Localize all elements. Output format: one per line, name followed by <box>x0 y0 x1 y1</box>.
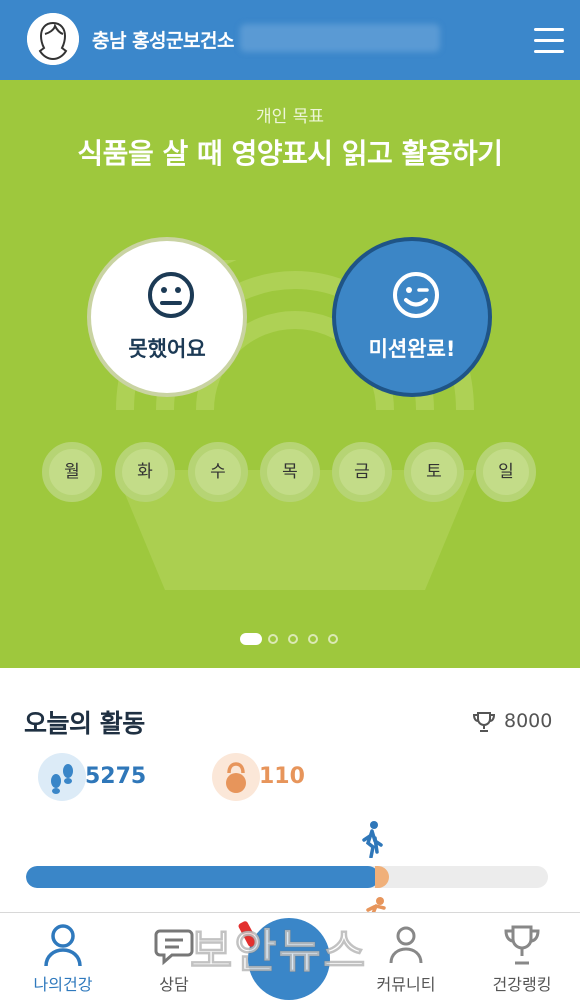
trophy-icon <box>472 712 496 732</box>
target-steps-value: 8000 <box>504 710 553 732</box>
trophy-icon <box>504 925 540 965</box>
day-thu[interactable]: 목 <box>260 442 320 502</box>
day-wed[interactable]: 수 <box>188 442 248 502</box>
page-dot[interactable] <box>308 634 318 644</box>
mission-complete-label: 미션완료! <box>368 337 456 361</box>
app-header: 충남 홍성군보건소 <box>0 0 580 80</box>
day-tue[interactable]: 화 <box>115 442 175 502</box>
steps-progress-fill <box>26 866 379 888</box>
nav-my-health-label: 나의건강 <box>33 975 93 994</box>
nav-ranking-label: 건강랭킹 <box>492 975 552 994</box>
mission-complete-button[interactable]: 미션완료! <box>332 237 492 397</box>
kettlebell-icon <box>212 753 260 801</box>
blurred-user-name <box>240 24 440 52</box>
organization-name: 충남 홍성군보건소 <box>92 30 234 52</box>
not-done-label: 못했어요 <box>128 337 206 361</box>
wink-face-icon <box>393 272 439 318</box>
day-sat[interactable]: 토 <box>404 442 464 502</box>
day-fri[interactable]: 금 <box>332 442 392 502</box>
activity-title: 오늘의 활동 <box>24 709 145 738</box>
not-done-button[interactable]: 못했어요 <box>87 237 247 397</box>
today-activity-panel: 오늘의 활동 8000 5275 110 <box>0 668 580 916</box>
user-avatar-icon[interactable] <box>27 13 79 65</box>
person-icon <box>44 924 82 967</box>
page-dot[interactable] <box>288 634 298 644</box>
calorie-progress-marker <box>375 866 389 888</box>
goal-title: 식품을 살 때 영양표시 읽고 활용하기 <box>77 137 503 170</box>
page-dot[interactable] <box>268 634 278 644</box>
footprints-icon <box>38 753 86 801</box>
calories-value: 110 <box>259 764 305 789</box>
goal-label: 개인 목표 <box>256 107 324 127</box>
community-icon <box>389 926 423 964</box>
steps-progress-bar <box>26 866 548 888</box>
nav-ranking[interactable]: 건강랭킹 <box>464 913 580 1000</box>
nav-my-health[interactable]: 나의건강 <box>5 913 121 1000</box>
page-dot-active[interactable] <box>240 633 262 645</box>
neutral-face-icon <box>148 272 194 318</box>
chat-bubble-icon <box>154 929 194 966</box>
personal-goal-card: 개인 목표 식품을 살 때 영양표시 읽고 활용하기 못했어요 미션완료! 월 … <box>0 80 580 668</box>
hamburger-menu-icon[interactable] <box>534 24 566 56</box>
page-dot[interactable] <box>328 634 338 644</box>
day-sun[interactable]: 일 <box>476 442 536 502</box>
watermark: 보안뉴스 <box>189 924 368 979</box>
day-mon[interactable]: 월 <box>42 442 102 502</box>
walking-person-icon <box>362 821 383 858</box>
steps-value: 5275 <box>85 764 147 789</box>
